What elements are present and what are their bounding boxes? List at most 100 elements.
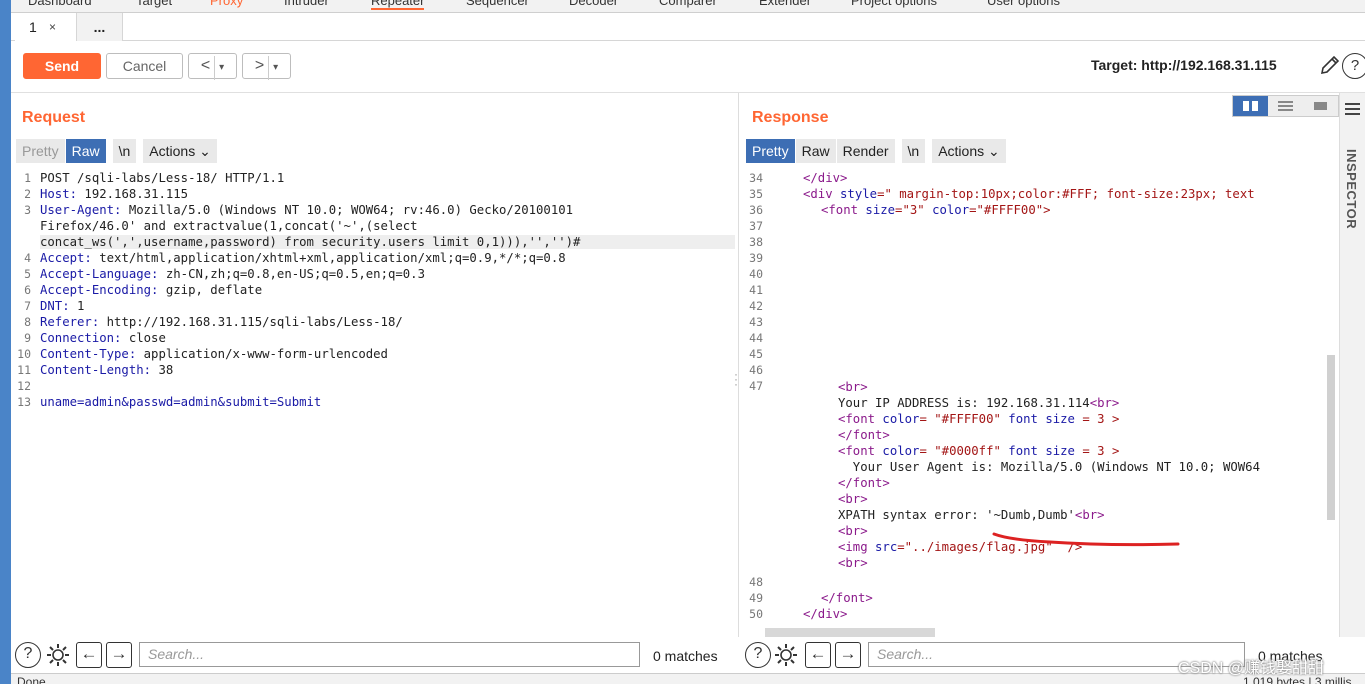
newline-toggle[interactable]: \n <box>901 139 927 163</box>
actions-menu[interactable]: Actions ⌄ <box>932 139 1007 163</box>
help-icon[interactable]: ? <box>745 642 771 668</box>
repeater-toolbar: Send Cancel < ▾ > ▾ Target: http://192.168… <box>11 41 1365 93</box>
forward-button[interactable]: > ▾ <box>242 53 291 80</box>
nav-project-options[interactable]: Project options <box>851 0 937 8</box>
rows-icon <box>1278 101 1293 111</box>
response-viewer[interactable]: 34 35 36 37 38 39 40 41 42 43 44 45 46 4… <box>741 169 1339 641</box>
status-bar: Done 1,019 bytes | 3 millis <box>11 673 1365 684</box>
header-name: Referer: <box>40 315 100 329</box>
line-number: 34 <box>749 171 763 185</box>
chevron-down-icon[interactable]: ▾ <box>214 56 224 80</box>
cancel-button[interactable]: Cancel <box>106 53 183 79</box>
line-number: 12 <box>17 379 31 393</box>
previous-match-button[interactable]: ← <box>805 642 831 668</box>
nav-target[interactable]: Target <box>136 0 172 8</box>
inspector-sidebar[interactable]: INSPECTOR <box>1339 93 1365 641</box>
response-vertical-scrollbar[interactable] <box>1327 355 1335 520</box>
value: =" margin-top:10px;color:#FFF; font-size… <box>877 187 1255 201</box>
line-number: 40 <box>749 267 763 281</box>
help-icon[interactable]: ? <box>1342 53 1365 79</box>
nav-proxy[interactable]: Proxy <box>210 0 243 8</box>
newline-toggle[interactable]: \n <box>112 139 138 163</box>
attr: style <box>840 187 878 201</box>
header-value: Mozilla/5.0 (Windows NT 10.0; WOW64; rv:… <box>121 203 574 217</box>
splitter-handle[interactable]: · · · <box>734 368 738 390</box>
back-button[interactable]: < ▾ <box>188 53 237 80</box>
gear-icon[interactable] <box>773 642 799 668</box>
tag: <font <box>838 444 883 458</box>
nav-comparer[interactable]: Comparer <box>659 0 717 8</box>
nav-extender[interactable]: Extender <box>759 0 811 8</box>
value: = "#FFFF00" <box>919 412 1009 426</box>
header-line: Content-Type: application/x-www-form-url… <box>40 347 388 361</box>
chevron-down-icon[interactable]: ▾ <box>268 56 278 80</box>
line-number: 5 <box>24 267 31 281</box>
line-number: 37 <box>749 219 763 233</box>
edit-target-icon[interactable] <box>1318 53 1342 77</box>
burp-window: Dashboard Target Proxy Intruder Repeater… <box>0 0 1365 684</box>
line-number: 11 <box>17 363 31 377</box>
raw-button[interactable]: Raw <box>65 139 107 163</box>
target-label: Target: http://192.168.31.115 <box>1091 57 1277 73</box>
menu-icon[interactable] <box>1345 103 1360 115</box>
line-number: 13 <box>17 395 31 409</box>
line-number: 45 <box>749 347 763 361</box>
search-input[interactable]: Search... <box>139 642 640 667</box>
line-number: 9 <box>24 331 31 345</box>
tag: <font <box>838 412 883 426</box>
pretty-button[interactable]: Pretty <box>746 139 796 163</box>
send-button[interactable]: Send <box>23 53 101 79</box>
match-count: 0 matches <box>653 648 718 664</box>
nav-sequencer[interactable]: Sequencer <box>466 0 529 8</box>
code-line: <div style=" margin-top:10px;color:#FFF;… <box>803 187 1255 201</box>
nav-intruder[interactable]: Intruder <box>284 0 329 8</box>
header-value: 192.168.31.115 <box>77 187 189 201</box>
attr: font size <box>1008 412 1075 426</box>
new-tab-button[interactable]: ... <box>77 13 123 41</box>
render-button[interactable]: Render <box>836 139 896 163</box>
attr: color <box>932 203 970 217</box>
header-line: Host: 192.168.31.115 <box>40 187 188 201</box>
repeater-tab-bar: 1 × ... <box>11 13 1365 41</box>
layout-toggle <box>1232 95 1339 117</box>
inspector-label: INSPECTOR <box>1344 149 1359 230</box>
nav-dashboard[interactable]: Dashboard <box>28 0 92 8</box>
line-number: 1 <box>24 171 31 185</box>
line-number: 50 <box>749 607 763 621</box>
response-horizontal-scrollbar[interactable] <box>765 628 935 637</box>
layout-stacked[interactable] <box>1268 96 1303 116</box>
header-name: Accept: <box>40 251 92 265</box>
nav-user-options[interactable]: User options <box>987 0 1060 8</box>
value: = 3 > <box>1074 444 1120 458</box>
value: = "#0000ff" <box>919 444 1009 458</box>
layout-single[interactable] <box>1303 96 1338 116</box>
next-match-button[interactable]: → <box>106 642 132 668</box>
value: ="#FFFF00"> <box>969 203 1051 217</box>
previous-match-button[interactable]: ← <box>76 642 102 668</box>
nav-decoder[interactable]: Decoder <box>569 0 618 8</box>
attr: color <box>882 412 920 426</box>
raw-button[interactable]: Raw <box>795 139 837 163</box>
actions-menu[interactable]: Actions ⌄ <box>143 139 218 163</box>
code-line: <br> <box>838 524 868 538</box>
close-icon[interactable]: × <box>49 13 56 41</box>
line-number: 38 <box>749 235 763 249</box>
attr: src <box>875 540 898 554</box>
tag: <div <box>803 187 841 201</box>
red-annotation-underline <box>992 532 1180 547</box>
layout-side-by-side[interactable] <box>1233 96 1268 116</box>
line-number: 7 <box>24 299 31 313</box>
help-icon[interactable]: ? <box>15 642 41 668</box>
pretty-button[interactable]: Pretty <box>16 139 66 163</box>
code-line: Your User Agent is: Mozilla/5.0 (Windows… <box>838 460 1260 474</box>
header-name: Host: <box>40 187 78 201</box>
nav-repeater[interactable]: Repeater <box>371 0 425 10</box>
watermark: CSDN @赚钱娶甜甜 <box>1178 660 1325 677</box>
repeater-tab-1[interactable]: 1 × <box>15 13 77 41</box>
request-line: POST /sqli-labs/Less-18/ HTTP/1.1 <box>40 171 285 185</box>
request-editor[interactable]: 1 POST /sqli-labs/Less-18/ HTTP/1.1 2 Ho… <box>11 169 738 641</box>
gear-icon[interactable] <box>45 642 71 668</box>
next-match-button[interactable]: → <box>835 642 861 668</box>
line-number: 43 <box>749 315 763 329</box>
response-panel: Response Pretty Raw Render \n Actions ⌄ … <box>741 93 1339 641</box>
